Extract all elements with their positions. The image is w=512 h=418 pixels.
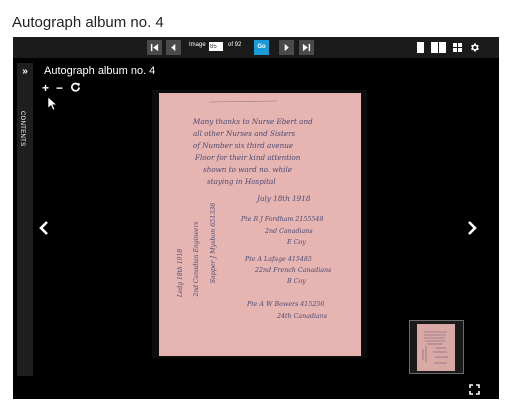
contents-label: CONTENTS (19, 111, 25, 147)
manuscript-line: Floor for their kind attention (194, 153, 301, 162)
two-page-view-button[interactable] (431, 42, 446, 53)
previous-page-button[interactable] (166, 40, 181, 55)
image-viewer: Image of 92 Go » CONTENTS Autograph albu… (13, 37, 499, 399)
navigator-thumbnail[interactable] (409, 320, 464, 374)
gallery-view-button[interactable] (453, 43, 462, 52)
rotate-icon (71, 82, 81, 92)
manuscript-line: of Number six third avenue (193, 141, 293, 150)
single-page-view-icon (417, 42, 424, 53)
manuscript-side-line: Ledg 18th 1918 (177, 249, 184, 298)
two-page-view-icon (431, 42, 446, 53)
thumbnail-page (417, 324, 455, 371)
go-button[interactable]: Go (254, 40, 269, 55)
manuscript-line: E Coy (286, 239, 306, 246)
manuscript-line: B Coy (286, 278, 306, 285)
manuscript-side-line: Sapper J Mysbon 651336 (210, 203, 217, 284)
first-page-icon (150, 43, 159, 52)
image-label: Image (189, 42, 206, 48)
manuscript-side-line: 2nd Canadian Engineers (193, 221, 200, 297)
manuscript-line: 22nd French Canadians (254, 267, 332, 274)
previous-image-arrow[interactable] (39, 221, 49, 240)
page-image[interactable]: Many thanks to Nurse Ebert and all other… (152, 90, 367, 358)
page-title: Autograph album no. 4 (12, 14, 164, 31)
gallery-view-icon (453, 43, 462, 52)
item-title: Autograph album no. 4 (44, 65, 156, 77)
chevron-right-icon (468, 221, 477, 235)
manuscript-line: Pte A W Bowers 415256 (246, 301, 324, 308)
album-page: Many thanks to Nurse Ebert and all other… (159, 93, 361, 356)
settings-icon (471, 43, 479, 52)
zoom-in-button[interactable]: + (42, 82, 49, 94)
manuscript-line: July 18th 1918 (255, 194, 311, 203)
next-page-button[interactable] (279, 40, 294, 55)
page-ruling (208, 100, 278, 103)
expand-sidebar-icon: » (22, 66, 28, 77)
single-page-view-button[interactable] (417, 42, 424, 53)
cursor-icon (47, 96, 58, 116)
viewer-toolbar: Image of 92 Go (13, 37, 499, 58)
manuscript-line: Pte R J Fordham 2155548 (240, 216, 323, 223)
manuscript-line: staying in Hospital (207, 177, 276, 186)
fullscreen-icon (469, 384, 480, 395)
chevron-left-icon (39, 221, 48, 235)
manuscript-line: 2nd Canadians (264, 228, 313, 235)
rotate-button[interactable] (70, 82, 81, 95)
contents-sidebar-toggle[interactable]: » CONTENTS (17, 63, 33, 376)
next-image-arrow[interactable] (467, 221, 477, 240)
manuscript-line: Pte A Lafage 415485 (244, 256, 312, 263)
previous-page-icon (171, 43, 176, 52)
last-page-icon (302, 43, 311, 52)
image-total-label: of 92 (228, 42, 242, 48)
manuscript-line: Many thanks to Nurse Ebert and (192, 117, 313, 126)
next-page-icon (284, 43, 289, 52)
manuscript-line: 24th Canadians (276, 313, 328, 320)
first-page-button[interactable] (147, 40, 162, 55)
manuscript-line: all other Nurses and Sisters (193, 129, 296, 138)
image-number-input[interactable] (209, 42, 223, 51)
handwriting: Many thanks to Nurse Ebert and all other… (177, 100, 332, 320)
zoom-out-button[interactable]: − (56, 82, 63, 94)
settings-button[interactable] (469, 42, 480, 53)
last-page-button[interactable] (299, 40, 314, 55)
fullscreen-button[interactable] (469, 382, 480, 399)
manuscript-line: shown to ward no. while (203, 165, 292, 174)
